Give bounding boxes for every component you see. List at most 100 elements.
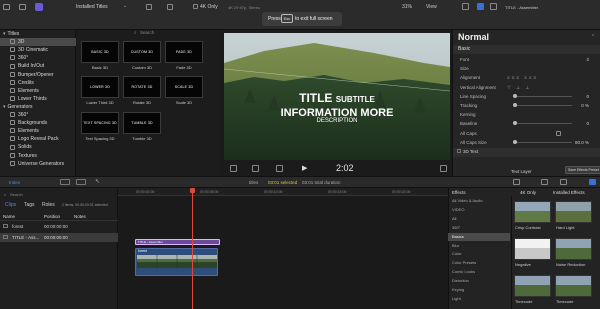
tab-roles[interactable]: Roles bbox=[42, 202, 55, 208]
browser-search-input[interactable]: Search bbox=[140, 30, 154, 35]
inspector-row[interactable]: Alignment ≡≡≡ ≡≡≡ bbox=[453, 73, 600, 82]
slider-knob[interactable] bbox=[513, 121, 517, 126]
sidebar-item[interactable]: Universe Generators bbox=[0, 160, 76, 168]
playhead[interactable] bbox=[192, 188, 193, 309]
installed-effects-menu[interactable]: Installed Effects bbox=[553, 190, 585, 195]
effects-browser-icon[interactable] bbox=[589, 179, 596, 185]
sidebar-item[interactable]: Elements bbox=[0, 127, 76, 135]
effects-category[interactable]: Light bbox=[448, 295, 510, 304]
photos-icon[interactable] bbox=[19, 4, 26, 10]
effects-category[interactable]: All Video & Audio bbox=[448, 197, 510, 206]
title-thumbnail[interactable]: CUSTOM 3D bbox=[123, 41, 161, 63]
sidebar-item[interactable]: 360° bbox=[0, 54, 76, 62]
headphones-icon[interactable] bbox=[541, 179, 548, 185]
inspector-row[interactable]: Font 2 bbox=[453, 55, 600, 64]
effects-tab[interactable]: Effects bbox=[452, 190, 466, 195]
select-tool-icon[interactable]: ↖ bbox=[95, 178, 100, 185]
effect-thumbnail[interactable] bbox=[555, 201, 592, 223]
effects-category[interactable]: Distortion bbox=[448, 277, 510, 286]
sidebar-item[interactable]: Build In/Out bbox=[0, 62, 76, 70]
inspector-row-value[interactable]: 80.0 % bbox=[575, 138, 589, 147]
effect-thumbnail[interactable] bbox=[514, 275, 551, 297]
basic-section-label[interactable]: Basic bbox=[458, 46, 470, 52]
play-icon[interactable]: ▶ bbox=[302, 164, 307, 172]
all-caps-checkbox[interactable] bbox=[556, 130, 561, 136]
effects-category[interactable]: Comic Looks bbox=[448, 268, 510, 277]
inspector-row[interactable]: Vertical Alignment ⊤ ⊥ ⊥ bbox=[453, 83, 600, 92]
effects-category[interactable]: Color bbox=[448, 250, 510, 259]
sidebar-item[interactable]: Textures bbox=[0, 152, 76, 160]
timeline-ruler[interactable]: 00:00:00:00 00:00:05:00 00:00:10:00 00:0… bbox=[118, 188, 448, 196]
4k-only-filter[interactable]: 4K Only bbox=[520, 190, 536, 195]
preset-heading[interactable]: Normal bbox=[458, 32, 489, 42]
titles-generators-icon[interactable] bbox=[35, 3, 43, 11]
title-thumbnail[interactable]: TUMBLE 3D bbox=[123, 112, 161, 134]
slider[interactable] bbox=[517, 123, 572, 125]
inspector-row-value[interactable]: 0 bbox=[586, 92, 589, 101]
connect-icon[interactable] bbox=[60, 179, 70, 185]
sidebar-item[interactable]: Lower Thirds bbox=[0, 95, 76, 103]
sidebar-item[interactable]: Backgrounds bbox=[0, 119, 76, 127]
alignment-buttons[interactable]: ≡≡≡ ≡≡≡ bbox=[507, 73, 538, 82]
slider[interactable] bbox=[517, 141, 572, 143]
effect-thumbnail[interactable] bbox=[514, 201, 551, 223]
inspector-row[interactable]: Kerning bbox=[453, 110, 600, 119]
title-thumbnail[interactable]: ROTATE 3D bbox=[123, 76, 161, 98]
3d-text-label[interactable]: 3D Text bbox=[463, 149, 478, 154]
effects-category[interactable]: All bbox=[448, 215, 510, 224]
video-icon[interactable] bbox=[490, 3, 497, 10]
effect-thumbnail[interactable] bbox=[555, 238, 592, 260]
sidebar-item[interactable]: Bumper/Opener bbox=[0, 71, 76, 79]
transform-icon[interactable] bbox=[462, 3, 469, 10]
playhead-handle[interactable] bbox=[190, 188, 195, 193]
title-thumbnail[interactable]: TEXT SPACING 3D bbox=[81, 112, 119, 134]
slider[interactable] bbox=[517, 105, 572, 106]
save-preset-button[interactable]: Save Effects Preset bbox=[565, 166, 600, 174]
chevron-down-icon[interactable]: ⌃ bbox=[591, 34, 595, 40]
slider-knob[interactable] bbox=[513, 93, 517, 98]
inspector-row[interactable]: All Caps Size 80.0 % bbox=[453, 138, 600, 147]
title-thumbnail[interactable]: SCALE 3D bbox=[165, 76, 203, 98]
audio-icon[interactable] bbox=[513, 179, 520, 185]
title-thumbnail[interactable]: FADE 3D bbox=[165, 41, 203, 63]
effects-category[interactable]: Basics bbox=[448, 232, 510, 242]
view-menu[interactable]: View bbox=[426, 4, 437, 10]
inspector-row[interactable]: Tracking 0 % bbox=[453, 101, 600, 110]
inspector-row[interactable]: Line Spacing 0 bbox=[453, 92, 600, 101]
sidebar-item[interactable]: 360° bbox=[0, 111, 76, 119]
effects-category[interactable]: Color Presets bbox=[448, 259, 510, 268]
column-notes[interactable]: Notes bbox=[74, 214, 86, 219]
grid-view-icon[interactable] bbox=[146, 4, 152, 10]
inspector-row[interactable]: Baseline 0 bbox=[453, 119, 600, 128]
index-search-input[interactable]: Search bbox=[10, 192, 23, 197]
inspector-row-value[interactable]: 0 % bbox=[581, 101, 589, 110]
inspector-row[interactable]: All Caps bbox=[453, 129, 600, 138]
sidebar-item[interactable]: Logo Reveal Pack bbox=[0, 135, 76, 143]
slider-knob[interactable] bbox=[513, 103, 517, 107]
table-row[interactable]: TITLE - Ass... 00:00:00:00 bbox=[0, 233, 118, 242]
speed-icon[interactable] bbox=[276, 165, 283, 172]
crop-icon[interactable] bbox=[230, 165, 237, 172]
enhance-icon[interactable] bbox=[252, 165, 259, 172]
snap-icon[interactable] bbox=[560, 179, 567, 185]
inspector-row-value[interactable]: 0 bbox=[586, 119, 589, 128]
slider-knob[interactable] bbox=[513, 139, 517, 144]
sidebar-item[interactable]: ▾ Titles bbox=[0, 30, 76, 38]
effects-category[interactable]: VIDEO bbox=[448, 206, 510, 215]
index-button[interactable]: Index bbox=[9, 180, 20, 185]
alignment-buttons[interactable]: ⊤ ⊥ ⊥ bbox=[507, 83, 531, 92]
column-name[interactable]: Name bbox=[3, 214, 15, 219]
effects-category[interactable]: Keying bbox=[448, 286, 510, 295]
3d-text-checkbox[interactable] bbox=[457, 149, 461, 153]
video-clip[interactable]: forest bbox=[135, 248, 218, 276]
column-position[interactable]: Position bbox=[44, 214, 60, 219]
effect-thumbnail[interactable] bbox=[514, 238, 551, 260]
sidebar-item[interactable]: Elements bbox=[0, 87, 76, 95]
sidebar-item[interactable]: ▾ Generators bbox=[0, 103, 76, 111]
zoom-level[interactable]: 31% bbox=[402, 4, 412, 10]
slider[interactable] bbox=[517, 95, 572, 97]
table-row[interactable]: forest 00:00:00:00 bbox=[0, 222, 118, 231]
inspector-row[interactable]: Size bbox=[453, 64, 600, 73]
title-thumbnail[interactable]: LOWER 3D bbox=[81, 76, 119, 98]
title-thumbnail[interactable]: BASIC 3D bbox=[81, 41, 119, 63]
